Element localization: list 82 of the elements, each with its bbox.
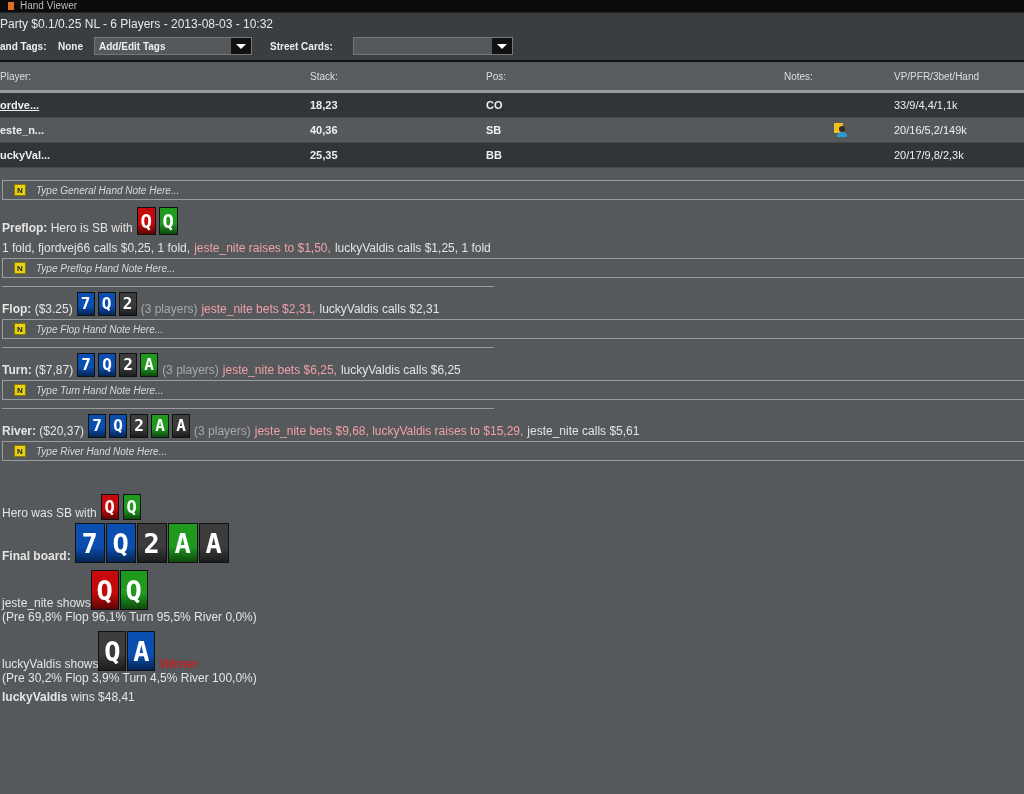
dropdown-caret-icon[interactable]	[231, 38, 251, 54]
playing-card: Q	[136, 207, 156, 235]
playing-card: A	[140, 353, 159, 377]
playing-card: Q	[90, 570, 119, 610]
street-heading: Turn: ($7,87)	[2, 363, 74, 377]
playing-card: A	[127, 631, 156, 671]
column-header: Stack:	[310, 70, 339, 82]
tags-dropdown[interactable]: Add/Edit Tags	[94, 37, 252, 55]
result-text: luckyValdis wins $48,41	[2, 690, 136, 704]
position-cell-text: SB	[486, 124, 503, 136]
hero-summary: Hero was SB with	[2, 506, 97, 520]
note-icon: N	[14, 445, 26, 457]
action-text: jeste_nite calls $5,61	[527, 424, 640, 438]
stats-cell-text: 33/9/4,4/1,1k	[894, 99, 959, 111]
equity-text: (Pre 30,2% Flop 3,9% Turn 4,5% River 100,0%)	[2, 671, 258, 685]
action-text: jeste_nite bets $9,68, luckyValdis raises to $15,29,	[254, 424, 524, 438]
player-link[interactable]: ordve...	[0, 99, 310, 111]
column-header: Player:	[0, 70, 33, 82]
note-icon: N	[14, 384, 26, 396]
action-text: luckyValdis calls $1,25, 1 fold	[334, 241, 491, 255]
playing-card: Q	[98, 631, 127, 671]
action-text: (3 players)	[140, 302, 198, 316]
playing-card: A	[198, 523, 229, 563]
dropdown-caret-icon[interactable]	[492, 38, 512, 54]
playing-card: 2	[118, 292, 137, 316]
playing-card: A	[151, 414, 170, 438]
stats-cell-text: 20/16/5,2/149k	[894, 124, 968, 136]
action-text: 1 fold, fjordvej66 calls $0,25, 1 fold,	[2, 241, 191, 255]
street-cards-label: Street Cards:	[270, 40, 334, 52]
note-icon: N	[14, 262, 26, 274]
playing-card: A	[167, 523, 198, 563]
action-text: luckyValdis calls $6,25	[340, 363, 461, 377]
playing-card: 7	[88, 414, 107, 438]
hand-tags-label: and Tags:	[0, 40, 48, 52]
action-text: (3 players)	[194, 424, 251, 438]
action-text: jeste_nite bets $2,31,	[201, 302, 316, 316]
final-board-label: Final board:	[2, 549, 71, 563]
column-header: Pos:	[486, 70, 507, 82]
column-header: VP/PFR/3bet/Hand	[894, 70, 981, 82]
playing-card: 2	[130, 414, 149, 438]
player-note-icon[interactable]	[834, 123, 848, 137]
position-cell-text: CO	[486, 99, 504, 111]
note-icon: N	[14, 184, 26, 196]
winner-label: Winner	[159, 657, 198, 671]
player-name: este_n...	[0, 124, 46, 136]
street-heading: Preflop: Hero is SB with	[2, 221, 133, 235]
playing-card: 7	[77, 353, 96, 377]
playing-card: 2	[136, 523, 167, 563]
playing-card: A	[172, 414, 191, 438]
hand-title: Party $0.1/0.25 NL - 6 Players - 2013-08-03 - 10:32	[0, 17, 275, 31]
action-text: jeste_nite raises to $1,50,	[194, 241, 331, 255]
stack-cell-text: 18,23	[310, 99, 339, 111]
playing-card: Q	[109, 414, 128, 438]
action-text: (3 players)	[162, 363, 219, 377]
playing-card: Q	[119, 570, 148, 610]
app-icon	[8, 2, 14, 10]
action-text: jeste_nite bets $6,25,	[222, 363, 337, 377]
street-heading: Flop: ($3.25)	[2, 302, 73, 316]
showdown-text: luckyValdis shows	[2, 657, 99, 671]
action-text: luckyValdis calls $2,31	[319, 302, 440, 316]
showdown-text: jeste_nite shows	[2, 596, 91, 610]
stack-cell-text: 25,35	[310, 149, 339, 161]
note-icon: N	[14, 323, 26, 335]
equity-text: (Pre 69,8% Flop 96,1% Turn 95,5% River 0,0%)	[2, 610, 258, 624]
playing-card: Q	[97, 292, 116, 316]
playing-card: Q	[98, 353, 117, 377]
playing-card: 7	[76, 292, 95, 316]
player-name: uckyVal...	[0, 149, 52, 161]
column-header: Notes:	[784, 70, 814, 82]
street-cards-dropdown[interactable]	[353, 37, 513, 55]
playing-card: 2	[119, 353, 138, 377]
playing-card: Q	[105, 523, 136, 563]
window-title: Hand Viewer	[20, 1, 78, 11]
stats-cell-text: 20/17/9,8/2,3k	[894, 149, 965, 161]
playing-card: Q	[100, 494, 119, 520]
hand-tags-value: None	[58, 40, 84, 52]
stack-cell-text: 40,36	[310, 124, 339, 136]
street-heading: River: ($20,37)	[2, 424, 85, 438]
playing-card: 7	[74, 523, 105, 563]
playing-card: Q	[122, 494, 141, 520]
playing-card: Q	[158, 207, 178, 235]
position-cell-text: BB	[486, 149, 503, 161]
